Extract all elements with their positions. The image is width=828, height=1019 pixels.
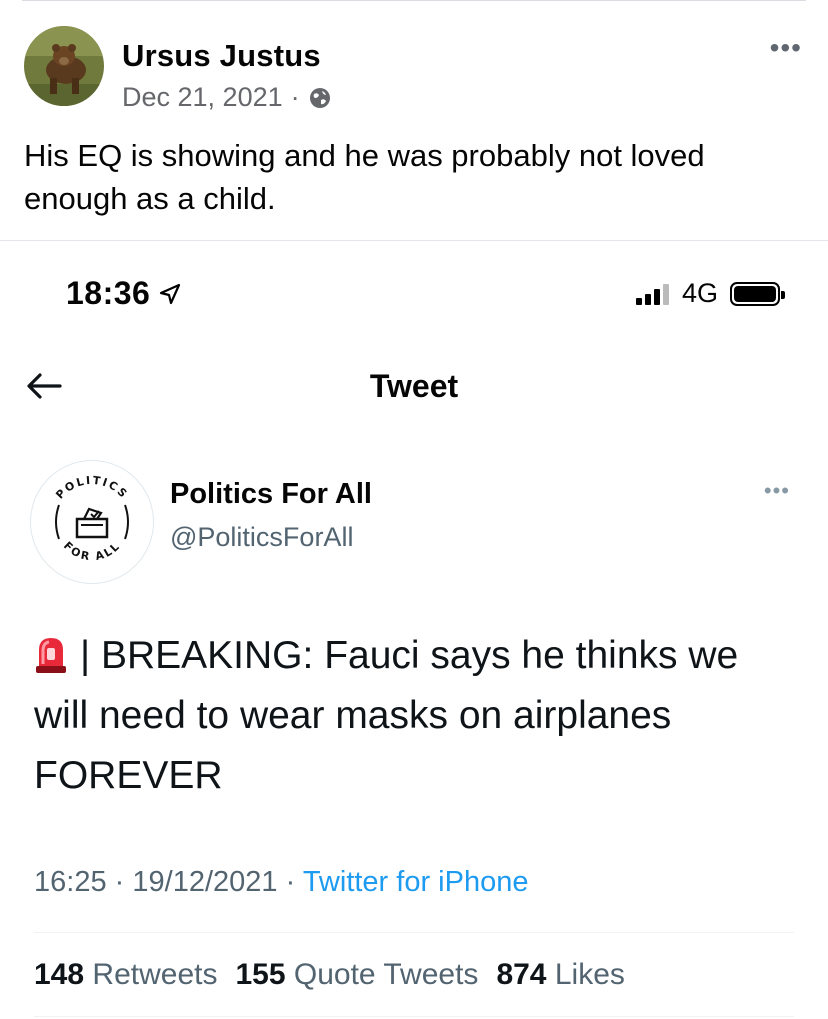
meta-separator: · xyxy=(285,866,296,898)
post-divider xyxy=(0,240,828,241)
svg-text:POLITICS: POLITICS xyxy=(53,474,130,502)
globe-icon xyxy=(308,86,332,110)
post-more-options-button[interactable]: ••• xyxy=(770,32,802,64)
quotes-count: 155 xyxy=(235,958,286,991)
tweet-text-block: | BREAKING: Fauci says he thinks we will… xyxy=(34,626,794,806)
quote-tweets-stat[interactable]: 155 Quote Tweets xyxy=(235,958,478,992)
retweets-stat[interactable]: 148 Retweets xyxy=(34,958,217,992)
tweet-more-options-button[interactable]: ••• xyxy=(764,478,790,504)
tweet-source-link[interactable]: Twitter for iPhone xyxy=(303,866,529,898)
post-header: Ursus Justus Dec 21, 2021 · ••• xyxy=(24,26,804,112)
tweet-display-name[interactable]: Politics For All xyxy=(170,478,372,511)
author-avatar[interactable] xyxy=(24,26,104,106)
svg-text:FOR ALL: FOR ALL xyxy=(61,539,123,563)
stats-divider-top xyxy=(34,932,794,933)
tweet-meta: 16:25 · 19/12/2021 · Twitter for iPhone xyxy=(34,866,528,899)
status-bar-time: 18:36 xyxy=(66,275,182,312)
top-divider xyxy=(22,0,806,1)
retweets-label: Retweets xyxy=(92,958,218,991)
meta-separator: · xyxy=(114,866,125,898)
stats-divider-bottom xyxy=(34,1016,794,1017)
post-meta: Dec 21, 2021 · xyxy=(122,82,332,113)
logo-text-top: POLITICS xyxy=(53,474,128,502)
battery-icon xyxy=(730,281,785,306)
network-type: 4G xyxy=(681,278,718,308)
tweet-author-avatar[interactable]: POLITICS FOR ALL xyxy=(30,460,154,584)
status-bar-indicators: 4G xyxy=(635,278,785,309)
tweet-text: | BREAKING: Fauci says he thinks we will… xyxy=(34,634,739,797)
time-text: 18:36 xyxy=(66,275,151,311)
tweet-stats: 148 Retweets 155 Quote Tweets 874 Likes xyxy=(34,958,643,992)
likes-label: Likes xyxy=(554,958,625,991)
tweet-handle[interactable]: @PoliticsForAll xyxy=(170,522,353,553)
siren-icon xyxy=(34,632,68,673)
retweets-count: 148 xyxy=(34,958,85,991)
post-date[interactable]: Dec 21, 2021 xyxy=(122,82,283,113)
logo-text-bottom: FOR ALL xyxy=(61,539,121,563)
likes-count: 874 xyxy=(496,958,547,991)
author-name[interactable]: Ursus Justus xyxy=(122,38,321,74)
nav-title: Tweet xyxy=(369,368,459,404)
likes-stat[interactable]: 874 Likes xyxy=(496,958,624,992)
meta-separator: · xyxy=(290,82,300,112)
location-arrow-icon xyxy=(160,283,181,304)
tweet-time: 16:25 xyxy=(34,866,107,898)
tweet-date: 19/12/2021 xyxy=(132,866,278,898)
quotes-label: Quote Tweets xyxy=(293,958,479,991)
signal-icon xyxy=(635,283,672,305)
post-text: His EQ is showing and he was probably no… xyxy=(24,138,705,216)
